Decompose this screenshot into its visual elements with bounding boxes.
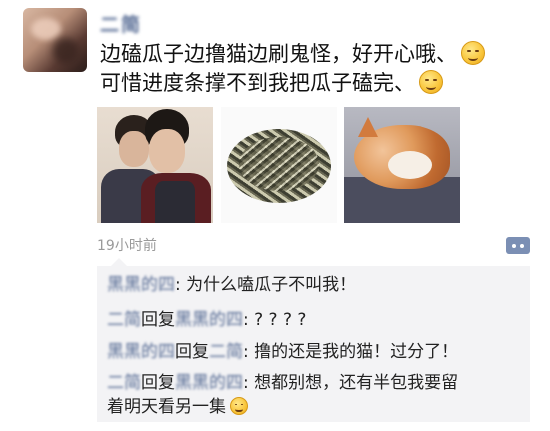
smile-emoji-icon [419, 70, 443, 94]
comment-author[interactable]: 黑黑的四 [107, 275, 175, 295]
post-text-line-1: 边磕瓜子边撸猫边刷鬼怪，好开心哦、 [100, 42, 457, 66]
smile-emoji-icon [230, 397, 248, 415]
comment-text: : 想都别想，还有半包我要留 [243, 373, 459, 393]
more-options-button[interactable] [506, 237, 530, 254]
reply-word: 回复 [141, 310, 175, 330]
reply-word: 回复 [141, 373, 175, 393]
comment-item[interactable]: 黑黑的四: 为什么嗑瓜子不叫我！ [107, 273, 525, 297]
reply-target[interactable]: 黑黑的四 [175, 310, 243, 330]
comment-item[interactable]: 二简回复黑黑的四: ? ? ? ? [107, 308, 525, 332]
comment-item[interactable]: 二简回复黑黑的四: 想都别想，还有半包我要留 着明天看另一集 [107, 371, 525, 419]
post-timestamp: 19小时前 [97, 238, 157, 254]
reply-target[interactable]: 黑黑的四 [175, 373, 243, 393]
post-photo-2[interactable] [221, 107, 337, 223]
comment-item[interactable]: 黑黑的四回复二简: 撸的还是我的猫！过分了！ [107, 340, 525, 364]
comment-text-continued: 着明天看另一集 [107, 397, 226, 417]
comment-author[interactable]: 二简 [107, 310, 141, 330]
post-username[interactable]: 二简 [100, 10, 160, 36]
reply-word: 回复 [175, 342, 209, 362]
comments-section: 黑黑的四: 为什么嗑瓜子不叫我！ 二简回复黑黑的四: ? ? ? ? 黑黑的四回… [97, 258, 530, 422]
post-photo-3[interactable] [344, 107, 460, 223]
comment-author[interactable]: 黑黑的四 [107, 342, 175, 362]
reply-target[interactable]: 二简 [209, 342, 243, 362]
post-text-line-2: 可惜进度条撑不到我把瓜子磕完、 [100, 71, 415, 95]
comment-text: : 为什么嗑瓜子不叫我！ [175, 275, 357, 295]
user-avatar[interactable] [23, 8, 87, 72]
comment-text: : ? ? ? ? [243, 310, 307, 330]
sunglasses-smile-emoji-icon [461, 41, 485, 65]
comment-author[interactable]: 二简 [107, 373, 141, 393]
post-photo-1[interactable] [97, 107, 213, 223]
post-text: 边磕瓜子边撸猫边刷鬼怪，好开心哦、 可惜进度条撑不到我把瓜子磕完、 [100, 40, 530, 98]
comment-text: : 撸的还是我的猫！过分了！ [243, 342, 459, 362]
